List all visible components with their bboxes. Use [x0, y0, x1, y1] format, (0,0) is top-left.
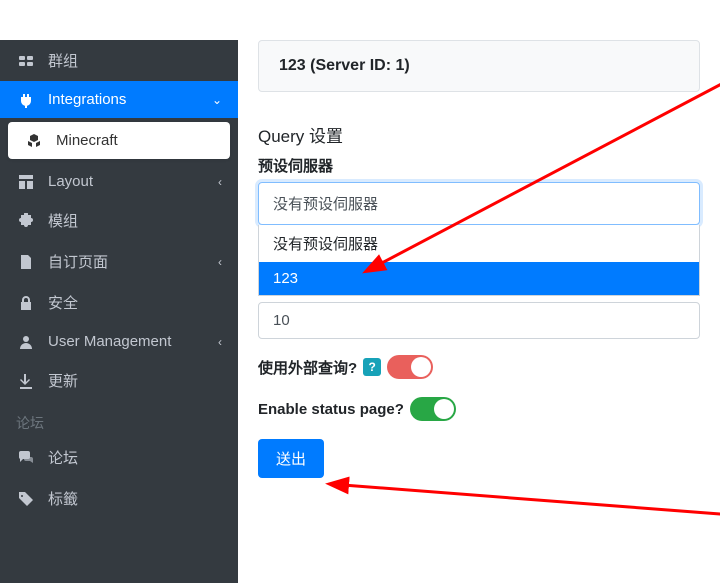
dropdown-option[interactable]: 没有预设伺服器 [259, 225, 699, 262]
user-icon [16, 334, 36, 350]
cubes-icon [24, 133, 44, 149]
sidebar-item-label: 论坛 [48, 447, 78, 468]
select-dropdown: 没有预设伺服器 123 [258, 225, 700, 296]
sidebar-item-label: 安全 [48, 292, 78, 313]
sidebar-section-forum: 论坛 [0, 401, 238, 437]
plug-icon [16, 92, 36, 108]
default-server-select[interactable]: 没有预设伺服器 没有预设伺服器 123 [258, 182, 700, 296]
sidebar-item-label: User Management [48, 333, 171, 350]
toggle-label-external-query: 使用外部查询? [258, 357, 357, 378]
puzzle-icon [16, 213, 36, 229]
sidebar-item-label: 自订页面 [48, 251, 108, 272]
download-icon [16, 373, 36, 389]
sidebar-item-integrations[interactable]: Integrations ⌄ [0, 81, 238, 118]
external-query-toggle[interactable] [387, 355, 433, 379]
toggle-label-status-page: Enable status page? [258, 401, 404, 418]
sidebar-item-security[interactable]: 安全 [0, 282, 238, 323]
select-display[interactable]: 没有预设伺服器 [258, 182, 700, 225]
dropdown-option[interactable]: 123 [259, 262, 699, 295]
annotation-arrow [323, 470, 720, 520]
sidebar-item-groups[interactable]: 群组 [0, 40, 238, 81]
sidebar-item-user-management[interactable]: User Management ‹ [0, 323, 238, 360]
comments-icon [16, 450, 36, 466]
sidebar-item-minecraft[interactable]: Minecraft [8, 122, 230, 159]
sidebar-item-modules[interactable]: 模组 [0, 200, 238, 241]
field-label-default-server: 预设伺服器 [258, 155, 700, 176]
layout-icon [16, 174, 36, 190]
sidebar: 群组 Integrations ⌄ Minecraft Layout ‹ 模组 … [0, 40, 238, 583]
lock-icon [16, 295, 36, 311]
file-icon [16, 254, 36, 270]
tag-icon [16, 491, 36, 507]
chevron-down-icon: ⌄ [212, 93, 222, 107]
sidebar-item-label: 更新 [48, 370, 78, 391]
status-page-toggle[interactable] [410, 397, 456, 421]
main-content: 123 (Server ID: 1) Query 设置 预设伺服器 没有预设伺服… [238, 40, 720, 583]
users-icon [16, 53, 36, 69]
sidebar-item-custom-pages[interactable]: 自订页面 ‹ [0, 241, 238, 282]
chevron-left-icon: ‹ [218, 175, 222, 189]
sidebar-item-layout[interactable]: Layout ‹ [0, 163, 238, 200]
sidebar-item-label: 标籤 [48, 488, 78, 509]
sidebar-item-forum[interactable]: 论坛 [0, 437, 238, 478]
sidebar-item-label: Layout [48, 173, 93, 190]
cache-input[interactable] [258, 302, 700, 339]
sidebar-item-label: 群组 [48, 50, 78, 71]
chevron-left-icon: ‹ [218, 255, 222, 269]
server-banner: 123 (Server ID: 1) [258, 40, 700, 92]
sidebar-item-updates[interactable]: 更新 [0, 360, 238, 401]
sidebar-item-tags[interactable]: 标籤 [0, 478, 238, 519]
sidebar-item-label: Integrations [48, 91, 126, 108]
submit-button[interactable]: 送出 [258, 439, 324, 478]
section-title: Query 设置 [258, 122, 700, 147]
chevron-left-icon: ‹ [218, 335, 222, 349]
banner-text: 123 (Server ID: 1) [279, 57, 410, 74]
sidebar-item-label: Minecraft [56, 132, 118, 149]
sidebar-item-label: 模组 [48, 210, 78, 231]
help-icon[interactable]: ? [363, 358, 381, 376]
